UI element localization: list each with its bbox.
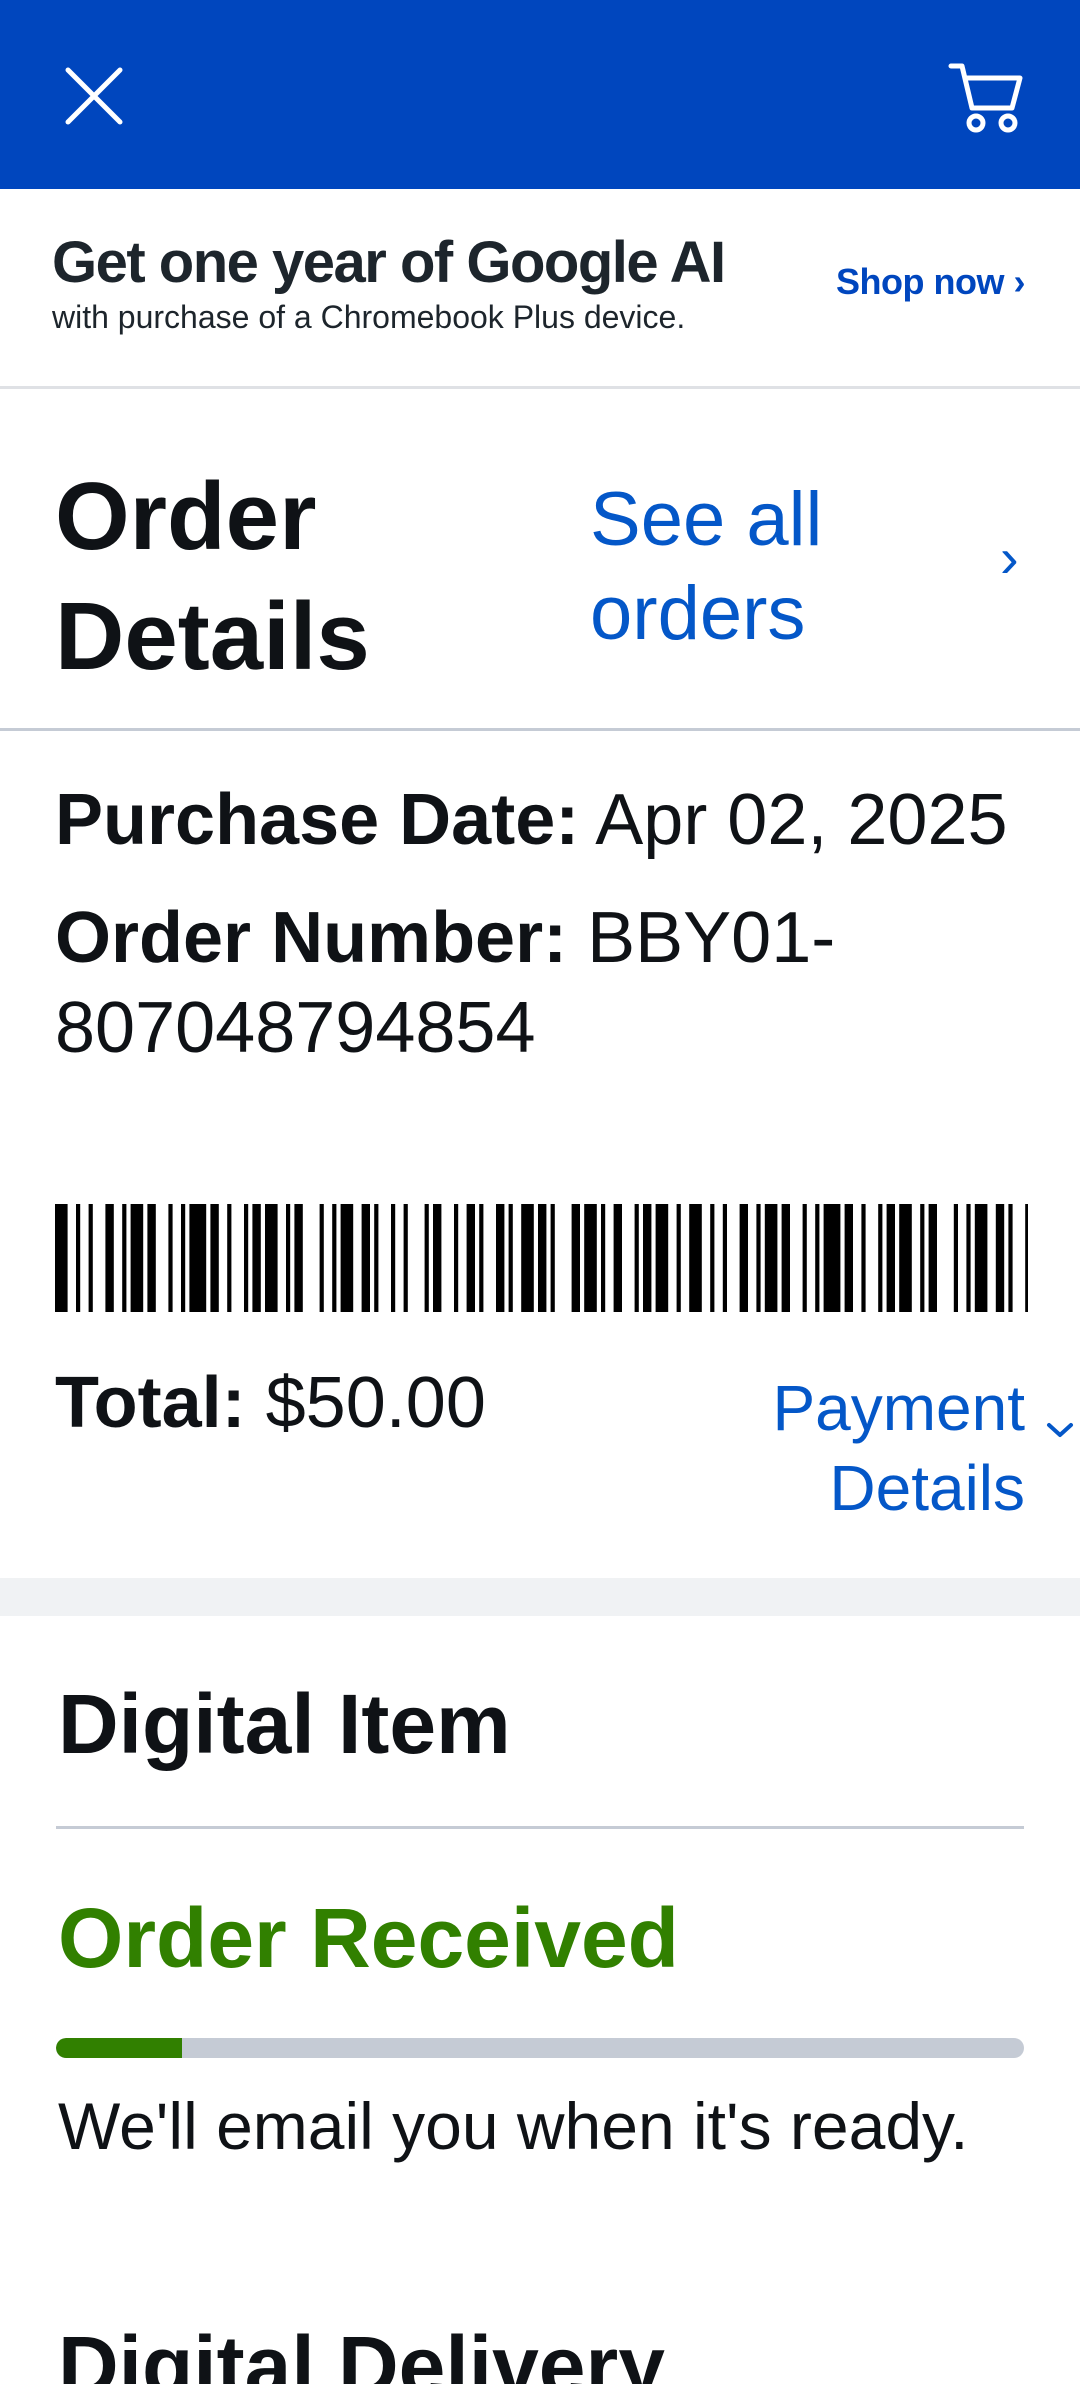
- order-number-label: Order Number:: [55, 898, 568, 978]
- order-progress-bar: [56, 2038, 1024, 2058]
- order-details-header: Order Details See all orders ›: [0, 389, 1080, 731]
- order-progress-fill: [56, 2038, 182, 2058]
- close-button[interactable]: [52, 54, 136, 138]
- digital-item-heading: Digital Item: [58, 1677, 511, 1771]
- payment-details-toggle[interactable]: Payment Details: [695, 1368, 1025, 1528]
- section-divider: [0, 1578, 1080, 1616]
- promo-subtext: with purchase of a Chromebook Plus devic…: [52, 299, 686, 335]
- chevron-down-icon[interactable]: [1045, 1420, 1075, 1440]
- close-icon: [65, 67, 123, 125]
- order-number-row: Order Number: BBY01-807048794854: [55, 893, 1045, 1073]
- page-title: Order Details: [55, 463, 370, 690]
- total-label: Total:: [55, 1363, 246, 1443]
- chevron-right-icon[interactable]: ›: [1000, 525, 1019, 590]
- order-barcode: [55, 1204, 1028, 1312]
- top-bar: [0, 0, 1080, 189]
- see-all-orders-link[interactable]: See all orders: [590, 473, 920, 661]
- purchase-info: Purchase Date: Apr 02, 2025 Order Number…: [55, 775, 1045, 1073]
- cart-icon: [948, 63, 1023, 133]
- divider: [56, 1826, 1024, 1829]
- status-note: We'll email you when it's ready.: [58, 2089, 969, 2163]
- total-value: $50.00: [265, 1363, 486, 1443]
- promo-headline: Get one year of Google AI: [52, 230, 726, 295]
- order-status: Order Received: [58, 1891, 679, 1985]
- promo-banner[interactable]: Get one year of Google AI with purchase …: [0, 189, 1080, 389]
- purchase-date-value: Apr 02, 2025: [595, 780, 1008, 860]
- purchase-date-label: Purchase Date:: [55, 780, 580, 860]
- digital-delivery-heading: Digital Delivery: [58, 2319, 665, 2384]
- total-row: Total: $50.00 Payment Details: [55, 1358, 1073, 1524]
- cart-button[interactable]: [940, 52, 1032, 142]
- shop-now-link[interactable]: Shop now ›: [836, 261, 1025, 303]
- purchase-date-row: Purchase Date: Apr 02, 2025: [55, 775, 1045, 865]
